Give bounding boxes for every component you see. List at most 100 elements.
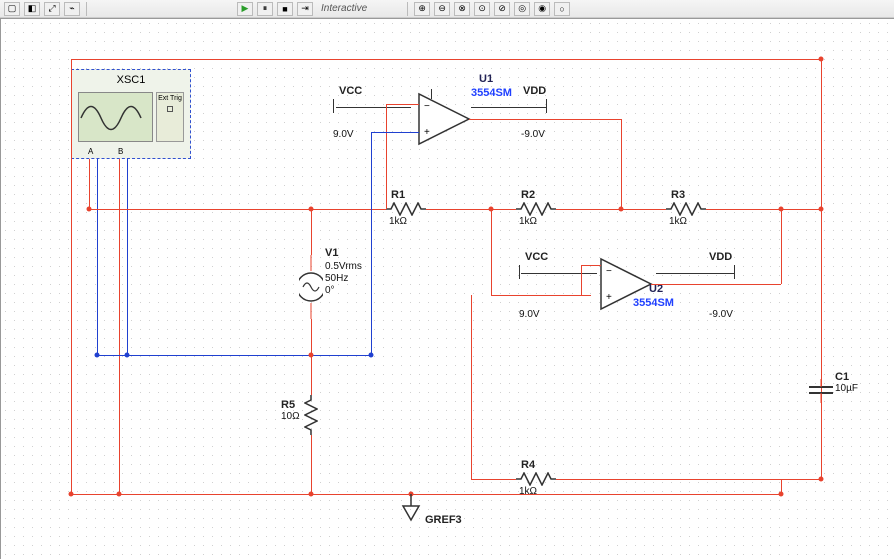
wire bbox=[556, 209, 666, 210]
stop-button[interactable]: ■ bbox=[277, 2, 293, 16]
v1-value3: 0° bbox=[325, 285, 335, 297]
svg-text:−: − bbox=[424, 101, 430, 112]
wire bbox=[821, 59, 822, 479]
junction-node bbox=[819, 477, 824, 482]
probe-3-button[interactable]: ⊗ bbox=[454, 2, 470, 16]
v1-ref: V1 bbox=[325, 247, 338, 259]
wire bbox=[706, 209, 821, 210]
ground-gref3[interactable] bbox=[401, 494, 421, 529]
vcc-tick bbox=[333, 99, 334, 113]
junction-node bbox=[87, 207, 92, 212]
wire bbox=[71, 494, 781, 495]
wire bbox=[426, 209, 516, 210]
r2-value: 1kΩ bbox=[519, 216, 537, 228]
wire bbox=[521, 273, 597, 274]
resistor-r2[interactable] bbox=[516, 202, 556, 216]
u2-vdd-label: VDD bbox=[709, 251, 732, 263]
scope-side-panel: Ext Trig bbox=[156, 92, 184, 142]
probe-1-button[interactable]: ⊕ bbox=[414, 2, 430, 16]
u1-vdd-value: -9.0V bbox=[521, 129, 545, 141]
capacitor-c1[interactable] bbox=[809, 379, 833, 408]
junction-node bbox=[819, 207, 824, 212]
junction-node bbox=[619, 207, 624, 212]
top-toolbar: ▢ ◧ ⤢ ⌁ ▶ ⏸ ■ ⇥ Interactive ⊕ ⊖ ⊗ ⊙ ⊘ ◎ … bbox=[0, 0, 894, 18]
resistor-r5[interactable] bbox=[304, 395, 318, 435]
r3-value: 1kΩ bbox=[669, 216, 687, 228]
toolbar-button-4[interactable]: ⌁ bbox=[64, 2, 80, 16]
r5-value: 10Ω bbox=[281, 411, 300, 423]
oscilloscope-xsc1[interactable]: XSC1 Ext Trig A B bbox=[71, 69, 191, 159]
c1-ref: C1 bbox=[835, 371, 849, 383]
wire bbox=[491, 295, 591, 296]
u2-model: 3554SM bbox=[633, 297, 674, 309]
r4-ref: R4 bbox=[521, 459, 535, 471]
u2-vdd-value: -9.0V bbox=[709, 309, 733, 321]
wire bbox=[471, 107, 546, 108]
toolbar-separator bbox=[86, 2, 87, 16]
toolbar-button-1[interactable]: ▢ bbox=[4, 2, 20, 16]
probe-5-button[interactable]: ⊘ bbox=[494, 2, 510, 16]
gref3-label: GREF3 bbox=[425, 514, 462, 526]
v1-value1: 0.5Vrms bbox=[325, 261, 362, 273]
junction-node bbox=[117, 492, 122, 497]
ext-trig-port bbox=[167, 106, 173, 112]
wire bbox=[311, 435, 312, 494]
mode-label: Interactive bbox=[321, 3, 367, 14]
resistor-r1[interactable] bbox=[386, 202, 426, 216]
wire bbox=[581, 265, 582, 295]
r5-ref: R5 bbox=[281, 399, 295, 411]
wire bbox=[311, 319, 312, 355]
probe-2-button[interactable]: ⊖ bbox=[434, 2, 450, 16]
junction-node bbox=[369, 353, 374, 358]
wire bbox=[97, 159, 98, 355]
probe-8-button[interactable]: ○ bbox=[554, 2, 570, 16]
wire bbox=[311, 209, 312, 255]
wire bbox=[471, 295, 472, 479]
toolbar-button-2[interactable]: ◧ bbox=[24, 2, 40, 16]
u1-vcc-value: 9.0V bbox=[333, 129, 354, 141]
u2-vcc-label: VCC bbox=[525, 251, 548, 263]
vdd-tick bbox=[546, 99, 547, 113]
probe-7-button[interactable]: ◉ bbox=[534, 2, 550, 16]
step-button[interactable]: ⇥ bbox=[297, 2, 313, 16]
scope-channel-b-label: B bbox=[118, 147, 123, 156]
u2-vdd-tick bbox=[734, 265, 735, 279]
wire bbox=[656, 273, 734, 274]
pause-button[interactable]: ⏸ bbox=[257, 2, 273, 16]
wire bbox=[621, 119, 622, 209]
junction-node bbox=[819, 57, 824, 62]
toolbar-button-3[interactable]: ⤢ bbox=[44, 2, 60, 16]
r2-ref: R2 bbox=[521, 189, 535, 201]
wire bbox=[89, 209, 311, 210]
probe-4-button[interactable]: ⊙ bbox=[474, 2, 490, 16]
u1-vdd-label: VDD bbox=[523, 85, 546, 97]
u1-ref: U1 bbox=[479, 73, 493, 85]
play-button[interactable]: ▶ bbox=[237, 2, 253, 16]
schematic-canvas[interactable]: XSC1 Ext Trig A B R1 1kΩ R2 1kΩ R3 1kΩ bbox=[0, 18, 894, 559]
wire bbox=[556, 479, 781, 480]
u1-model: 3554SM bbox=[471, 87, 512, 99]
scope-screen bbox=[78, 92, 153, 142]
junction-node bbox=[779, 207, 784, 212]
wire bbox=[97, 355, 371, 356]
r3-ref: R3 bbox=[671, 189, 685, 201]
wire bbox=[781, 479, 821, 480]
opamp-u1[interactable]: − + bbox=[409, 89, 479, 154]
wire bbox=[651, 284, 781, 285]
wire bbox=[471, 479, 516, 480]
junction-node bbox=[95, 353, 100, 358]
wire bbox=[89, 159, 90, 209]
svg-text:+: + bbox=[424, 127, 430, 138]
resistor-r3[interactable] bbox=[666, 202, 706, 216]
v1-value2: 50Hz bbox=[325, 273, 348, 285]
probe-6-button[interactable]: ◎ bbox=[514, 2, 530, 16]
wire bbox=[371, 132, 372, 355]
resistor-r4[interactable] bbox=[516, 472, 556, 486]
source-v1[interactable] bbox=[299, 255, 323, 324]
wire bbox=[127, 159, 128, 355]
wire bbox=[491, 209, 492, 295]
wire bbox=[371, 132, 419, 133]
svg-text:−: − bbox=[606, 266, 612, 277]
wire bbox=[311, 355, 312, 395]
scope-channel-a-label: A bbox=[88, 147, 93, 156]
